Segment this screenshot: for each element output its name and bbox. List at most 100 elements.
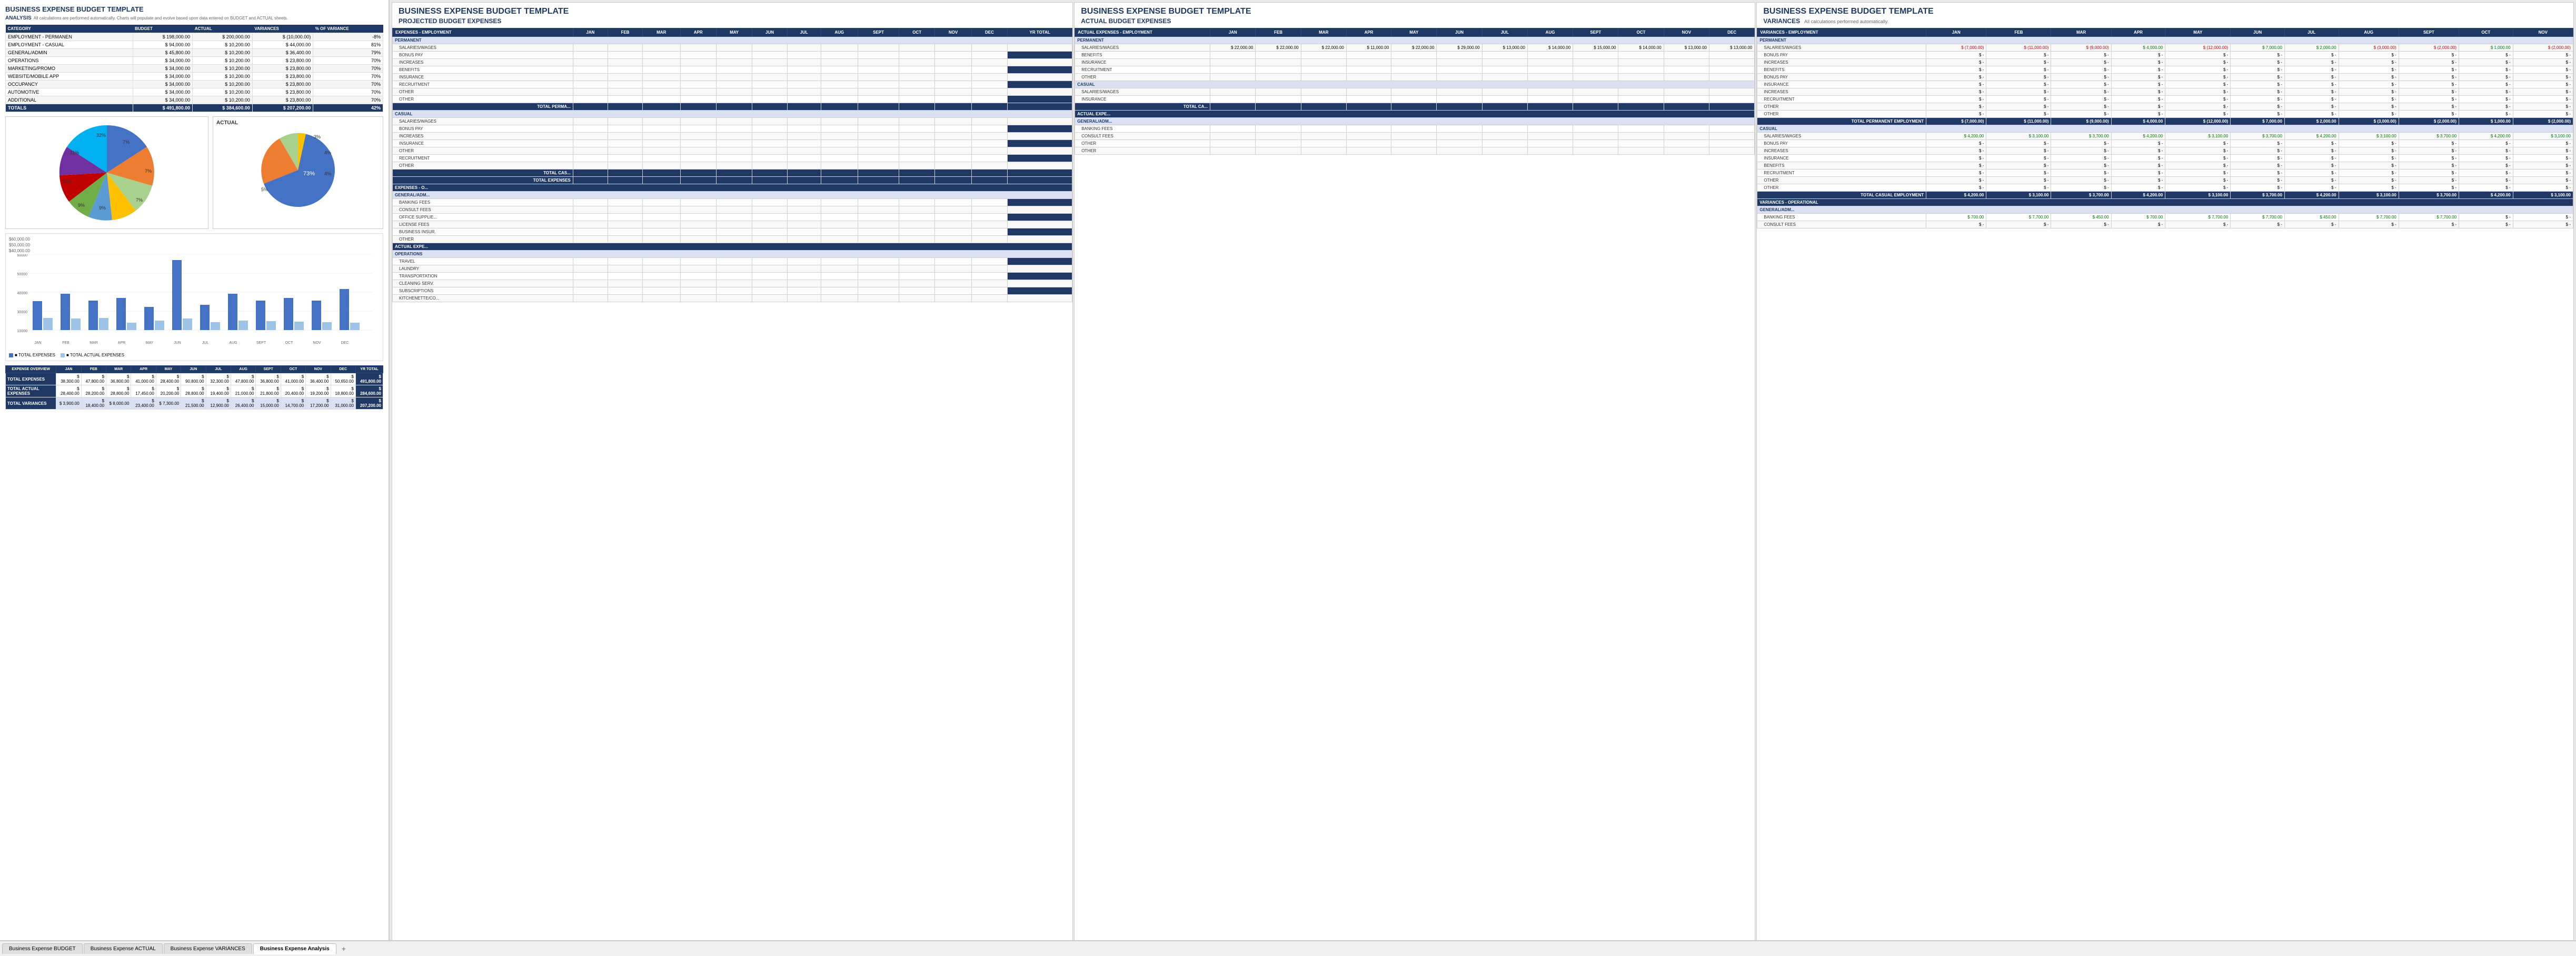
var-row: OTHER $ -$ -$ - $ -$ -$ - $ -$ -$ - $ -$… [1757,177,2573,184]
variances-panel-note: All calculations performed automatically… [1804,19,1888,24]
svg-text:OCT: OCT [285,341,294,345]
actual-label-3: 4% [324,150,331,155]
budget-row: OTHER [393,236,1072,243]
svg-text:DEC: DEC [341,341,349,345]
var-col-label: VARIANCES - EMPLOYMENT [1757,28,1926,37]
svg-text:60000: 60000 [17,254,28,257]
bar-oct-actual [294,322,304,330]
actual-col-jul: JUL [1482,28,1527,37]
var-row: BONUS PAY $ -$ -$ - $ -$ -$ - $ -$ -$ - … [1757,52,2573,59]
eo-header-may: MAY [156,366,181,373]
bar-sept-total [256,301,265,330]
svg-text:10000: 10000 [17,330,28,333]
budget-row: INSURANCE [393,140,1072,147]
actual-scroll[interactable]: ACTUAL EXPENSES - EMPLOYMENT JAN FEB MAR… [1075,28,1755,155]
budget-row: KITCHENETTE/CO... [393,295,1072,302]
eo-header-apr: APR [131,366,156,373]
var-row: BANKING FEES $ 700.00 $ 7,700.00 $ 450.0… [1757,214,2573,221]
eo-total-row: TOTAL EXPENSES $ 38,300.00 $ 47,800.00 $… [6,373,383,385]
bar-chart-svg: 60000 50000 40000 30000 10000 JAN FEB MA… [9,254,372,349]
actual-expenses-section: ACTUAL EXPE... [1075,111,1755,118]
actual-col-mar: MAR [1301,28,1346,37]
tab-budget[interactable]: Business Expense BUDGET [2,943,83,954]
tab-variances[interactable]: Business Expense VARIANCES [164,943,252,954]
analysis-note: All calculations are performed automatic… [34,16,288,21]
bar-apr-actual [127,323,136,330]
svg-text:FEB: FEB [62,341,69,345]
var-row: RECRUITMENT $ -$ -$ - $ -$ -$ - $ -$ -$ … [1757,96,2573,103]
actual-col-label: ACTUAL EXPENSES - EMPLOYMENT [1075,28,1210,37]
bar-jul-actual [211,322,220,330]
tab-add-button[interactable]: + [337,943,350,954]
budget-row: CLEANING SERV. [393,280,1072,287]
actual-col-nov: NOV [1664,28,1709,37]
main-container: BUSINESS EXPENSE BUDGET TEMPLATE ANALYSI… [0,0,2576,956]
budget-row: CONSULT FEES [393,206,1072,214]
totals-row: TOTALS $ 491,800.00 $ 384,600.00 $ 207,2… [6,104,383,112]
var-permanent-header: PERMANENT [1757,37,2573,44]
table-row: WEBSITE/MOBILE APP $ 34,000.00 $ 10,200.… [6,73,383,81]
budget-general-admin-header: GENERAL/ADM... [393,192,1072,199]
var-total-perm: TOTAL PERMANENT EMPLOYMENT $ (7,000.00) … [1757,118,2573,125]
actual-general-admin-header: GENERAL/ADM... [1075,118,1755,125]
svg-text:30000: 30000 [17,311,28,314]
pie-chart-container: 7% 7% 7% 9% 9% 10% 11% 32% [9,120,205,225]
eo-header-yr: YR TOTAL [355,366,383,373]
table-row: AUTOMOTIVE $ 34,000.00 $ 10,200.00 $ 23,… [6,88,383,96]
charts-row: 7% 7% 7% 9% 9% 10% 11% 32% ACTUAL [5,116,383,229]
svg-text:SEPT: SEPT [256,341,266,345]
actual-row: INSURANCE [1075,96,1755,103]
eo-header-mar: MAR [106,366,131,373]
eo-header-jan: JAN [56,366,81,373]
budget-col-nov: NOV [935,28,971,37]
var-row: RECRUITMENT $ -$ -$ - $ -$ -$ - $ -$ -$ … [1757,170,2573,177]
actual-row: OTHER [1075,147,1755,155]
variances-panel: BUSINESS EXPENSE BUDGET TEMPLATE VARIANC… [1756,2,2574,954]
table-row: OCCUPANCY $ 34,000.00 $ 10,200.00 $ 23,8… [6,81,383,88]
var-total-casual: TOTAL CASUAL EMPLOYMENT $ 4,200.00 $ 3,1… [1757,192,2573,199]
actual-panel-subtitle: ACTUAL BUDGET EXPENSES [1075,17,1755,28]
var-col-apr: APR [2111,28,2165,37]
var-row: SALARIES/WAGES $ 4,200.00 $ 3,100.00 $ 3… [1757,133,2573,140]
bar-legend: ■ TOTAL EXPENSES ■ TOTAL ACTUAL EXPENSES [9,353,380,357]
table-row: EMPLOYMENT - PERMANEN $ 198,000.00 $ 200… [6,33,383,41]
bar-jan-actual [43,318,53,330]
budget-row: SUBSCRIPTIONS [393,287,1072,295]
tab-actual[interactable]: Business Expense ACTUAL [84,943,163,954]
budget-row: OTHER [393,88,1072,96]
bar-chart-section: $60,000.00 $50,000.00 $40,000.00 60000 5… [5,233,383,361]
bar-nov-actual [322,322,332,330]
budget-scroll[interactable]: EXPENSES - EMPLOYMENT JAN FEB MAR APR MA… [392,28,1072,302]
budget-ops-header: EXPENSES - O... [393,184,1072,192]
analysis-panel: BUSINESS EXPENSE BUDGET TEMPLATE ANALYSI… [0,0,390,956]
budget-col-mar: MAR [642,28,680,37]
budget-actual-header: ACTUAL EXPE... [393,243,1072,251]
budget-col-apr: APR [680,28,716,37]
budget-row: TRAVEL [393,258,1072,265]
tab-analysis[interactable]: Business Expense Analysis [253,943,336,954]
budget-row: INSURANCE [393,74,1072,81]
var-row: BONUS PAY $ -$ -$ - $ -$ -$ - $ -$ -$ - … [1757,140,2573,147]
budget-row: INCREASES [393,133,1072,140]
var-row: INSURANCE $ -$ -$ - $ -$ -$ - $ -$ -$ - … [1757,81,2573,88]
budget-pie-svg: 7% 7% 7% 9% 9% 10% 11% 32% [54,120,160,225]
var-row: OTHER $ -$ -$ - $ -$ -$ - $ -$ -$ - $ -$… [1757,111,2573,118]
budget-col-yr: YR TOTAL [1008,28,1072,37]
variances-panel-title: BUSINESS EXPENSE BUDGET TEMPLATE [1757,3,2573,17]
budget-panel-subtitle: PROJECTED BUDGET EXPENSES [392,17,1072,28]
svg-text:40000: 40000 [17,292,28,295]
var-row: CONSULT FEES $ -$ -$ - $ -$ -$ - $ -$ -$… [1757,221,2573,228]
svg-text:AUG: AUG [229,341,237,345]
svg-text:APR: APR [118,341,125,345]
bar-dec-total [340,289,349,330]
legend-dot-actual [61,353,65,357]
var-casual-header: CASUAL [1757,125,2573,133]
svg-text:JUN: JUN [174,341,181,345]
budget-row: INCREASES [393,59,1072,66]
bar-jun-total [172,260,182,330]
tabs-bar: Business Expense BUDGET Business Expense… [0,940,2576,956]
table-row: ADDITIONAL $ 34,000.00 $ 10,200.00 $ 23,… [6,96,383,104]
var-col-aug: AUG [2339,28,2399,37]
expense-overview-table: EXPENSE OVERVIEW JAN FEB MAR APR MAY JUN… [5,365,383,410]
variances-scroll[interactable]: VARIANCES - EMPLOYMENT JAN FEB MAR APR M… [1757,28,2573,228]
